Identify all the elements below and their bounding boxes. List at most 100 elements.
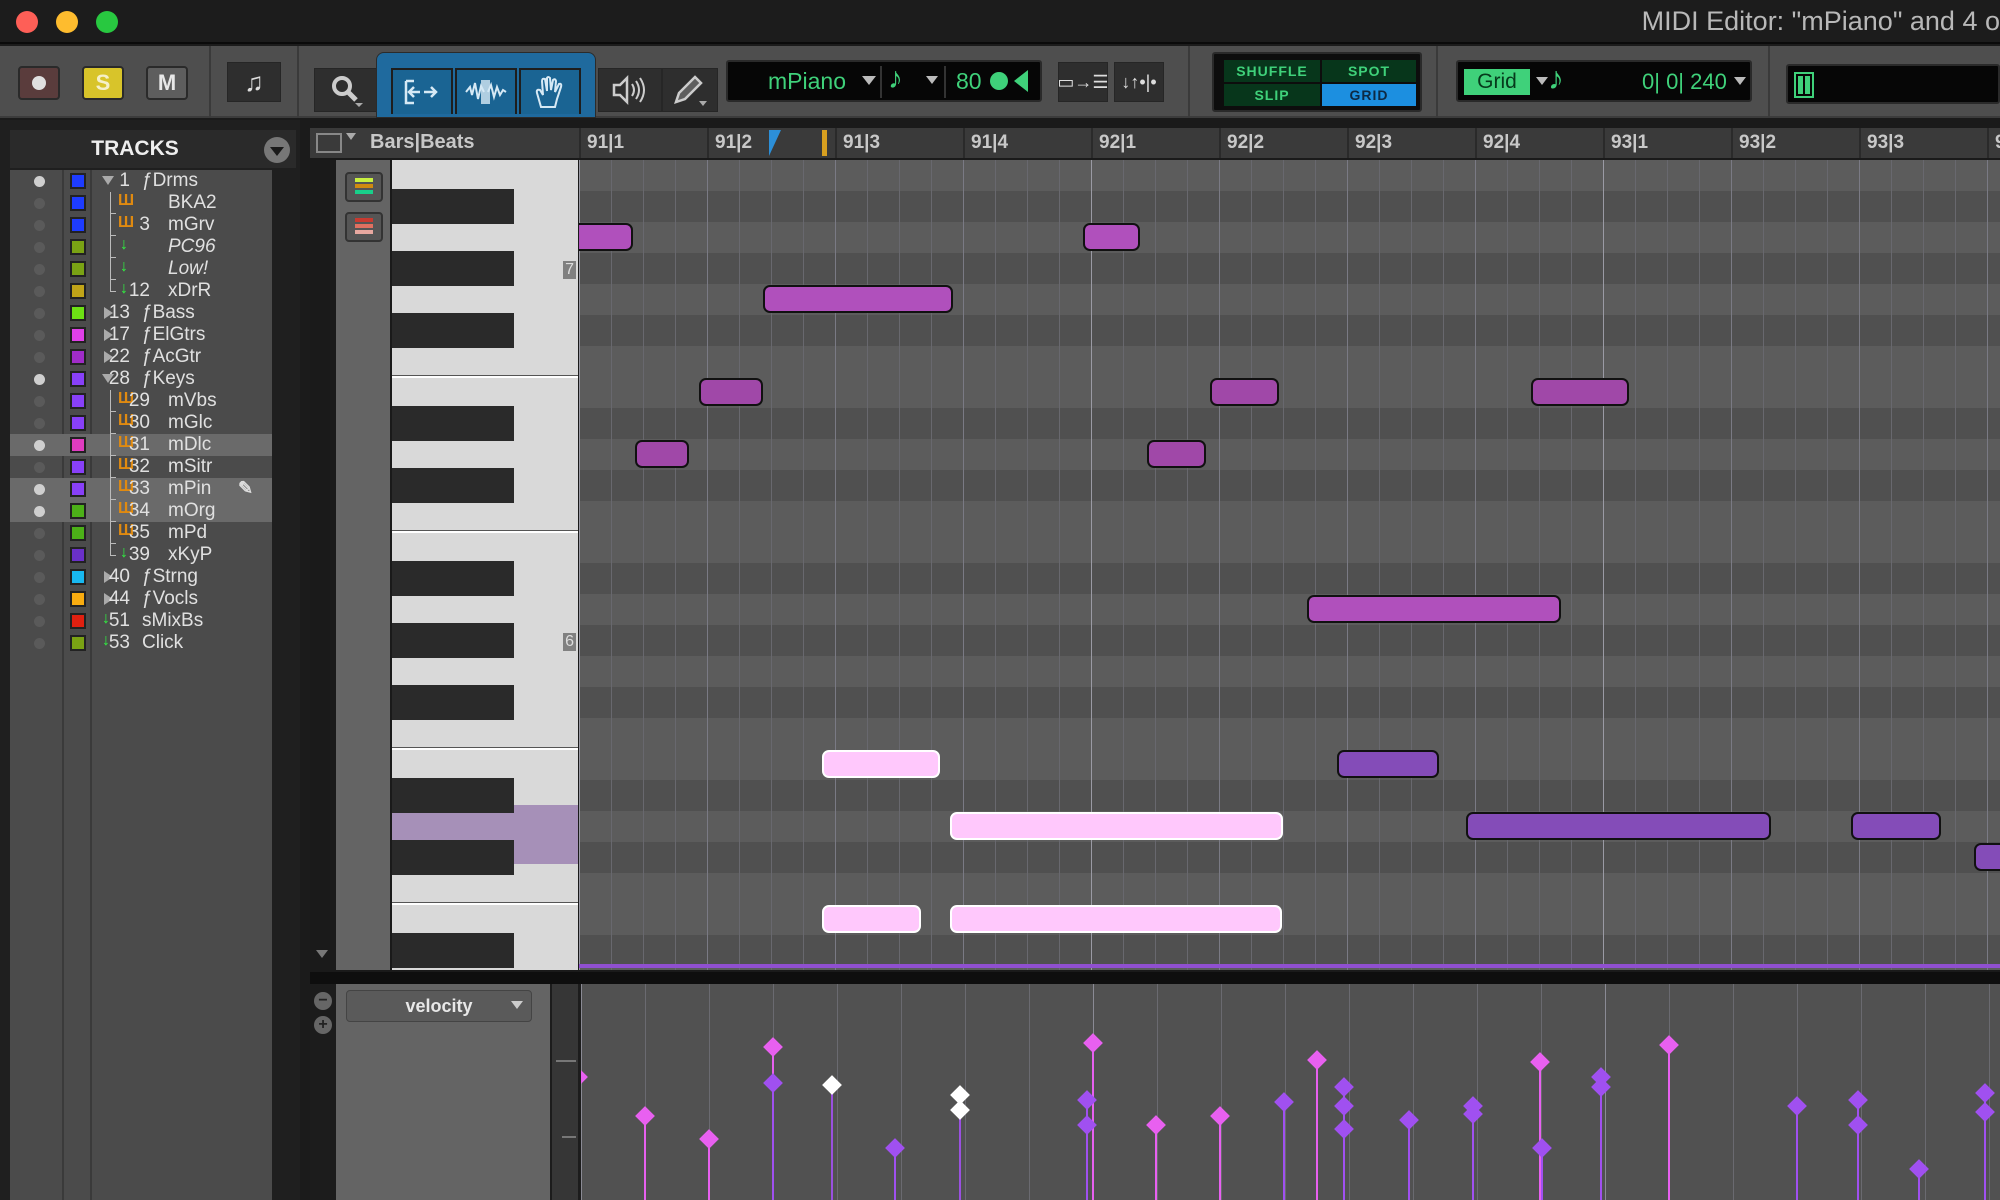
black-key[interactable] <box>392 251 514 286</box>
audition-button[interactable] <box>598 68 662 112</box>
midi-note[interactable] <box>1307 595 1561 623</box>
mirror-midi-icon[interactable] <box>1014 70 1028 92</box>
midi-note[interactable] <box>1336 750 1440 778</box>
hide-notes-button[interactable] <box>345 212 383 242</box>
track-visibility-dot[interactable] <box>34 286 45 297</box>
midi-note[interactable] <box>635 440 690 468</box>
track-row[interactable]: ↓ PC96 <box>10 236 272 258</box>
solo-button[interactable]: S <box>82 66 124 100</box>
midi-note[interactable] <box>1851 812 1941 840</box>
track-row[interactable]: Ш 35 mPd <box>10 522 272 544</box>
shuffle-mode-button[interactable]: SHUFFLE <box>1224 60 1320 82</box>
track-row[interactable]: ↓ 12 xDrR <box>10 280 272 302</box>
track-row[interactable]: 13 ƒBass <box>10 302 272 324</box>
midi-note[interactable] <box>579 223 633 251</box>
velocity-point[interactable] <box>635 1105 655 1126</box>
track-row[interactable]: ↓ 39 xKyP <box>10 544 272 566</box>
bars-beats-ruler[interactable]: Bars|Beats 91|1 91|2 91|3 91|4 92|1 92|2 92|3 9… <box>310 128 2000 158</box>
track-visibility-dot[interactable] <box>34 330 45 341</box>
scroll-down-icon[interactable] <box>316 950 328 958</box>
black-key[interactable] <box>392 406 514 441</box>
controller-type-select[interactable]: velocity <box>346 990 532 1022</box>
add-lane-button[interactable]: + <box>314 1016 332 1034</box>
track-row[interactable]: Ш 30 mGlc <box>10 412 272 434</box>
velocity-point[interactable] <box>763 1073 783 1094</box>
track-row[interactable]: ↓ 53 Click <box>10 632 272 654</box>
velocity-point[interactable] <box>1333 1077 1354 1097</box>
track-visibility-dot[interactable] <box>34 220 45 231</box>
track-row[interactable]: 22 ƒAcGtr <box>10 346 272 368</box>
velocity-point[interactable] <box>1333 1119 1354 1139</box>
velocity-point[interactable] <box>1975 1082 1996 1103</box>
split-notes-button[interactable]: ▭→☰ <box>1057 62 1109 102</box>
note-duration-dropdown-icon[interactable] <box>926 76 938 84</box>
zoom-window-button[interactable] <box>96 11 118 33</box>
pencil-tool-button[interactable] <box>662 68 718 112</box>
midi-note-selected[interactable] <box>822 750 940 778</box>
midi-note[interactable] <box>1974 843 2000 871</box>
track-visibility-dot[interactable] <box>34 418 45 429</box>
track-visibility-dot[interactable] <box>34 638 45 649</box>
piano-keyboard[interactable]: 76 <box>392 160 578 970</box>
grid-dropdown-icon[interactable] <box>1536 77 1548 85</box>
minimize-window-button[interactable] <box>56 11 78 33</box>
black-key[interactable] <box>392 840 514 875</box>
track-row[interactable]: Ш 29 mVbs <box>10 390 272 412</box>
track-visibility-dot[interactable] <box>34 352 45 363</box>
track-visibility-dot[interactable] <box>34 528 45 539</box>
track-row[interactable]: Ш 3 mGrv <box>10 214 272 236</box>
record-enable-button[interactable] <box>18 66 60 100</box>
spot-mode-button[interactable]: SPOT <box>1322 60 1416 82</box>
black-key[interactable] <box>392 933 514 968</box>
track-row[interactable]: 28 ƒKeys <box>10 368 272 390</box>
track-visibility-dot[interactable] <box>34 594 45 605</box>
track-row[interactable]: Ш 32 mSitr <box>10 456 272 478</box>
velocity-point[interactable] <box>1529 1052 1550 1072</box>
track-visibility-dot[interactable] <box>34 616 45 627</box>
track-row[interactable]: 17 ƒElGtrs <box>10 324 272 346</box>
tracks-menu-button[interactable] <box>264 137 290 163</box>
grabber-tool-button[interactable] <box>519 68 581 114</box>
midi-connector-icon[interactable] <box>990 72 1008 90</box>
velocity-point[interactable] <box>1848 1115 1869 1136</box>
midi-note[interactable] <box>763 285 953 313</box>
grid-value[interactable]: 0| 0| 240 <box>1642 69 1727 95</box>
midi-note[interactable] <box>1147 440 1207 468</box>
black-key[interactable] <box>392 561 514 596</box>
black-key[interactable] <box>392 468 514 503</box>
playhead-start-marker[interactable] <box>769 130 781 156</box>
track-row[interactable]: Ш BKA2 <box>10 192 272 214</box>
transpose-button[interactable]: ↓↑•|• <box>1114 62 1164 102</box>
black-key[interactable] <box>392 685 514 720</box>
velocity-point[interactable] <box>1975 1101 1996 1122</box>
close-window-button[interactable] <box>16 11 38 33</box>
midi-note[interactable] <box>699 378 764 406</box>
track-visibility-dot[interactable] <box>34 176 45 187</box>
midi-note[interactable] <box>1210 378 1280 406</box>
velocity-point[interactable] <box>1307 1050 1327 1071</box>
insertion-marker[interactable] <box>822 130 827 156</box>
note-grid[interactable] <box>579 160 2000 970</box>
eighth-note-icon[interactable]: ♪ <box>888 62 903 96</box>
velocity-point[interactable] <box>1848 1090 1869 1111</box>
track-row[interactable]: Ш 31 mDlc <box>10 434 272 456</box>
track-visibility-dot[interactable] <box>34 374 45 385</box>
velocity-lane[interactable] <box>581 984 2000 1200</box>
black-key[interactable] <box>392 313 514 348</box>
velocity-point[interactable] <box>699 1128 719 1149</box>
track-visibility-dot[interactable] <box>34 242 45 253</box>
trim-tool-button[interactable] <box>391 68 453 114</box>
ruler-dropdown-icon[interactable] <box>346 133 356 140</box>
velocity-point[interactable] <box>581 1067 589 1088</box>
velocity-point[interactable] <box>1532 1138 1553 1159</box>
black-key[interactable] <box>392 623 514 658</box>
velocity-point[interactable] <box>1145 1115 1166 1136</box>
notation-view-button[interactable]: ♫ <box>227 62 281 102</box>
grid-value-dropdown-icon[interactable] <box>1734 77 1746 85</box>
track-row[interactable]: 1 ƒDrms <box>10 170 272 192</box>
midi-note-selected[interactable] <box>950 812 1283 840</box>
track-visibility-dot[interactable] <box>34 484 45 495</box>
midi-note[interactable] <box>1466 812 1771 840</box>
track-visibility-dot[interactable] <box>34 462 45 473</box>
midi-note[interactable] <box>1531 378 1629 406</box>
